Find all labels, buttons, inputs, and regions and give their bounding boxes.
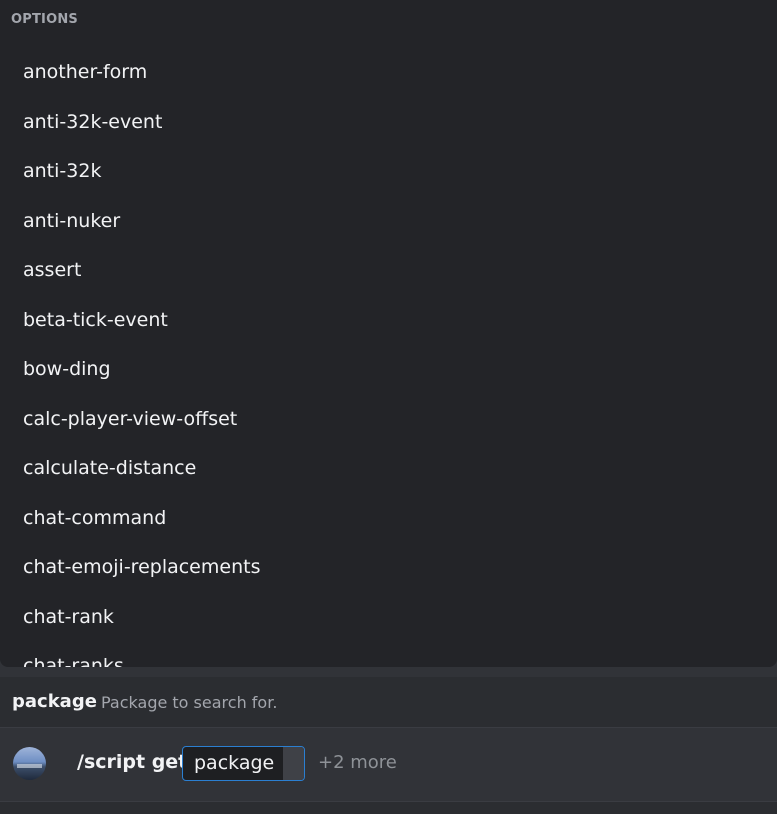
package-parameter-pill[interactable]: package [182,746,305,781]
message-input-bar[interactable]: /script get package +2 more [0,728,777,801]
options-header: OPTIONS [11,12,78,27]
option-item[interactable]: calculate-distance [0,444,777,494]
option-item[interactable]: chat-command [0,494,777,544]
option-item[interactable]: calc-player-view-offset [0,395,777,445]
option-item[interactable]: chat-ranks [0,642,777,667]
parameter-hint-bar: package Package to search for. [0,677,777,728]
option-item[interactable]: anti-32k-event [0,98,777,148]
package-parameter-value-input[interactable] [283,747,304,780]
option-item[interactable]: beta-tick-event [0,296,777,346]
options-list: another-form anti-32k-event anti-32k ant… [0,48,777,667]
option-item[interactable]: chat-emoji-replacements [0,543,777,593]
parameter-name: package [12,691,97,712]
option-item[interactable]: anti-nuker [0,197,777,247]
bot-avatar [13,747,46,780]
more-options-link[interactable]: +2 more [318,752,397,773]
bottom-strip [0,801,777,814]
slash-command: /script get [77,751,188,773]
option-item[interactable]: chat-rank [0,593,777,643]
option-item[interactable]: anti-32k [0,147,777,197]
autocomplete-popup: OPTIONS another-form anti-32k-event anti… [0,0,777,667]
option-item[interactable]: bow-ding [0,345,777,395]
option-item[interactable]: assert [0,246,777,296]
parameter-description: Package to search for. [101,693,278,712]
option-item[interactable]: another-form [0,48,777,98]
package-parameter-label: package [194,752,275,774]
